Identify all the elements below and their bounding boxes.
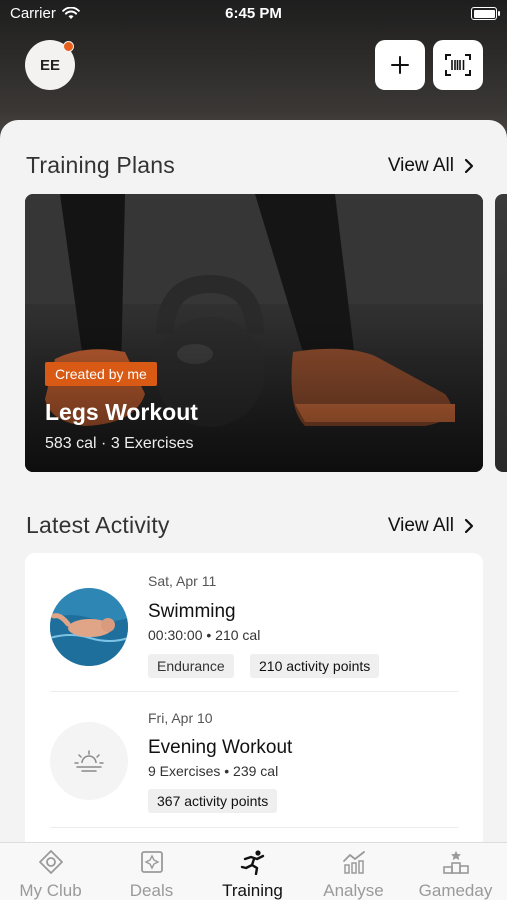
status-bar: Carrier 6:45 PM bbox=[0, 0, 507, 28]
status-time: 6:45 PM bbox=[225, 5, 282, 22]
deals-icon bbox=[140, 851, 163, 873]
tab-label: Training bbox=[222, 881, 283, 900]
tab-training[interactable]: Training bbox=[202, 843, 303, 900]
chevron-right-icon bbox=[464, 518, 474, 534]
activity-date: Sat, Apr 11 bbox=[148, 573, 217, 589]
tab-label: Analyse bbox=[323, 881, 384, 900]
scan-button[interactable] bbox=[433, 40, 483, 90]
latest-activity-title: Latest Activity bbox=[26, 512, 170, 538]
plan-title: Legs Workout bbox=[45, 399, 198, 425]
plus-icon bbox=[391, 56, 409, 74]
tab-my-club[interactable]: My Club bbox=[0, 843, 101, 900]
training-plan-card-next[interactable] bbox=[495, 194, 507, 472]
activity-item-evening-workout[interactable]: Fri, Apr 10 Evening Workout 9 Exercises … bbox=[25, 692, 483, 828]
plan-meta: 583 cal · 3 Exercises bbox=[45, 435, 194, 452]
chevron-right-icon bbox=[464, 158, 474, 174]
tag-activity-points: 367 activity points bbox=[148, 789, 278, 813]
tag-activity-points: 210 activity points bbox=[250, 654, 380, 678]
evening-sunset-icon bbox=[50, 722, 128, 800]
tab-analyse[interactable]: Analyse bbox=[303, 843, 404, 900]
main-content[interactable]: Training Plans View All Created by me Le… bbox=[0, 120, 507, 842]
avatar-initials: EE bbox=[39, 56, 60, 74]
activity-name: Evening Workout bbox=[148, 737, 293, 758]
workout-photo bbox=[25, 194, 483, 472]
training-plan-card[interactable]: Created by me Legs Workout 583 cal · 3 E… bbox=[25, 194, 483, 472]
activity-name: Swimming bbox=[148, 601, 236, 622]
divider bbox=[50, 827, 458, 828]
battery-icon bbox=[471, 7, 500, 20]
tab-bar: My Club Deals Training Analyse Gameday bbox=[0, 842, 507, 900]
tab-label: Gameday bbox=[418, 881, 493, 900]
training-plans-title: Training Plans bbox=[26, 152, 175, 178]
tab-gameday[interactable]: Gameday bbox=[405, 843, 506, 900]
created-by-me-badge: Created by me bbox=[45, 362, 157, 386]
training-runner-icon bbox=[240, 850, 264, 875]
tag-endurance: Endurance bbox=[148, 654, 234, 678]
activity-meta: 00:30:00 • 210 cal bbox=[148, 627, 261, 643]
latest-activity-view-all[interactable]: View All bbox=[388, 515, 474, 537]
analyse-chart-icon bbox=[342, 851, 365, 874]
activity-item-swimming[interactable]: Sat, Apr 11 Swimming 00:30:00 • 210 cal … bbox=[25, 553, 483, 691]
tab-label: My Club bbox=[19, 881, 82, 900]
tab-label: Deals bbox=[129, 881, 174, 900]
add-button[interactable] bbox=[375, 40, 425, 90]
gameday-podium-icon bbox=[442, 851, 469, 874]
club-icon bbox=[38, 850, 63, 874]
activity-date: Fri, Apr 10 bbox=[148, 710, 213, 726]
notification-dot bbox=[63, 41, 74, 52]
avatar[interactable]: EE bbox=[25, 40, 75, 90]
activity-meta: 9 Exercises • 239 cal bbox=[148, 763, 279, 779]
view-all-label: View All bbox=[387, 155, 454, 176]
barcode-scan-icon bbox=[445, 54, 471, 76]
activity-list: Sat, Apr 11 Swimming 00:30:00 • 210 cal … bbox=[25, 553, 483, 842]
swimming-photo bbox=[50, 588, 128, 666]
training-plans-view-all[interactable]: View All bbox=[388, 155, 474, 177]
tab-deals[interactable]: Deals bbox=[101, 843, 202, 900]
view-all-label: View All bbox=[387, 515, 454, 536]
